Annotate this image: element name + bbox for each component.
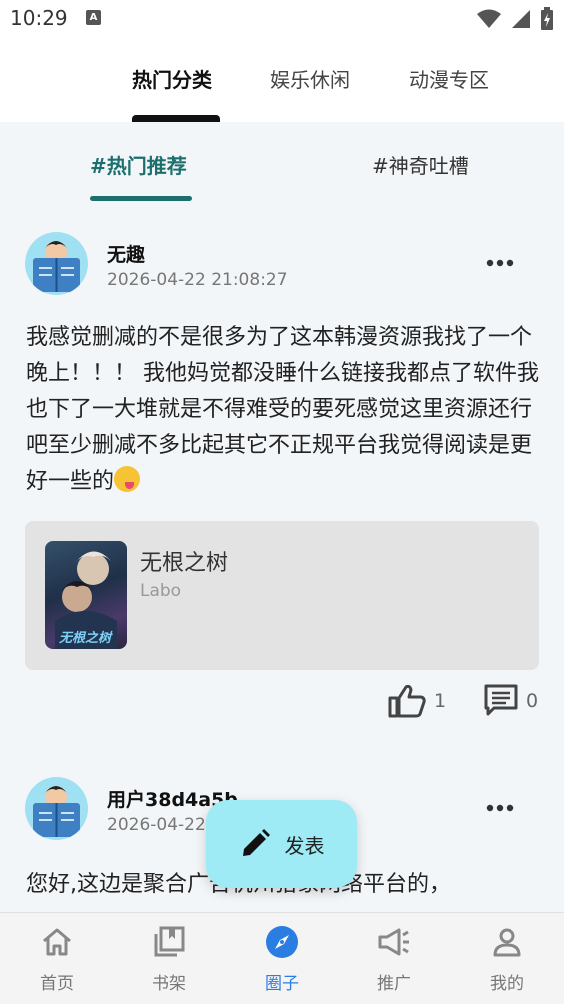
tab-entertainment[interactable]: 娱乐休闲 (270, 64, 350, 93)
megaphone-icon (349, 925, 439, 959)
bookshelf-icon (124, 925, 214, 959)
post-body-text: 我感觉删减的不是很多为了这本韩漫资源我找了一个晚上！！！ 我他妈觉都没睡什么链接… (26, 325, 539, 494)
avatar[interactable] (25, 232, 88, 295)
nav-bookshelf[interactable]: 书架 (124, 925, 214, 994)
status-time: 10:29 (10, 6, 68, 30)
system-icons (476, 7, 554, 31)
like-count: 1 (434, 690, 447, 712)
battery-icon (541, 7, 553, 30)
tab-anime-zone[interactable]: 动漫专区 (409, 64, 489, 93)
notification-icon: A (86, 10, 101, 25)
more-options-icon[interactable] (486, 258, 514, 268)
top-tab-indicator (132, 115, 220, 122)
nav-home[interactable]: 首页 (12, 925, 102, 994)
nav-circle[interactable]: 圈子 (237, 925, 327, 994)
home-icon (12, 925, 102, 959)
compose-label: 发表 (284, 833, 325, 858)
nav-circle-label: 圈子 (265, 974, 299, 994)
nav-promote-label: 推广 (377, 974, 411, 994)
tab-hot-categories[interactable]: 热门分类 (132, 64, 212, 93)
reader-avatar-icon (33, 786, 80, 837)
sub-tab-indicator (90, 196, 192, 201)
post-timestamp: 2026-04-22 (107, 815, 206, 835)
compose-post-button[interactable]: 发表 (206, 800, 357, 888)
comment-button[interactable]: 0 (484, 684, 538, 718)
book-cover: 无根之树 (45, 541, 127, 649)
comment-count: 0 (526, 690, 539, 712)
comment-icon (484, 684, 518, 716)
wifi-icon (477, 9, 501, 28)
bottom-navigation: 首页 书架 圈子 推广 我的 (0, 912, 564, 1004)
like-button[interactable]: 1 (388, 684, 446, 718)
person-icon (462, 925, 552, 959)
nav-promote[interactable]: 推广 (349, 925, 439, 994)
tab-funny-rants[interactable]: #神奇吐槽 (372, 150, 469, 179)
username[interactable]: 无趣 (107, 240, 145, 267)
status-bar: 10:29 A (0, 0, 564, 38)
book-card[interactable]: 无根之树 无根之树 Labo (25, 521, 539, 670)
compass-icon (237, 925, 327, 959)
more-options-icon[interactable] (486, 803, 514, 813)
post-text: 我感觉删减的不是很多为了这本韩漫资源我找了一个晚上！！！ 我他妈觉都没睡什么链接… (26, 320, 540, 500)
nav-profile[interactable]: 我的 (462, 925, 552, 994)
pencil-icon (242, 829, 270, 856)
book-cover-title: 无根之树 (59, 631, 112, 646)
sub-tab-bar: #热门推荐 #神奇吐槽 (0, 122, 564, 202)
thumbs-up-icon (388, 684, 426, 718)
avatar[interactable] (25, 777, 88, 840)
top-tab-bar: 热门分类 娱乐休闲 动漫专区 (0, 38, 564, 122)
nav-profile-label: 我的 (490, 974, 524, 994)
tab-hot-recommend[interactable]: #热门推荐 (90, 150, 187, 179)
reader-avatar-icon (33, 241, 80, 292)
signal-icon (512, 10, 530, 28)
book-title: 无根之树 (140, 551, 229, 576)
nav-bookshelf-label: 书架 (152, 974, 186, 994)
post-timestamp: 2026-04-22 21:08:27 (107, 270, 288, 290)
book-author: Labo (140, 581, 182, 601)
nav-home-label: 首页 (40, 974, 74, 994)
yummy-emoji-icon (114, 466, 141, 492)
